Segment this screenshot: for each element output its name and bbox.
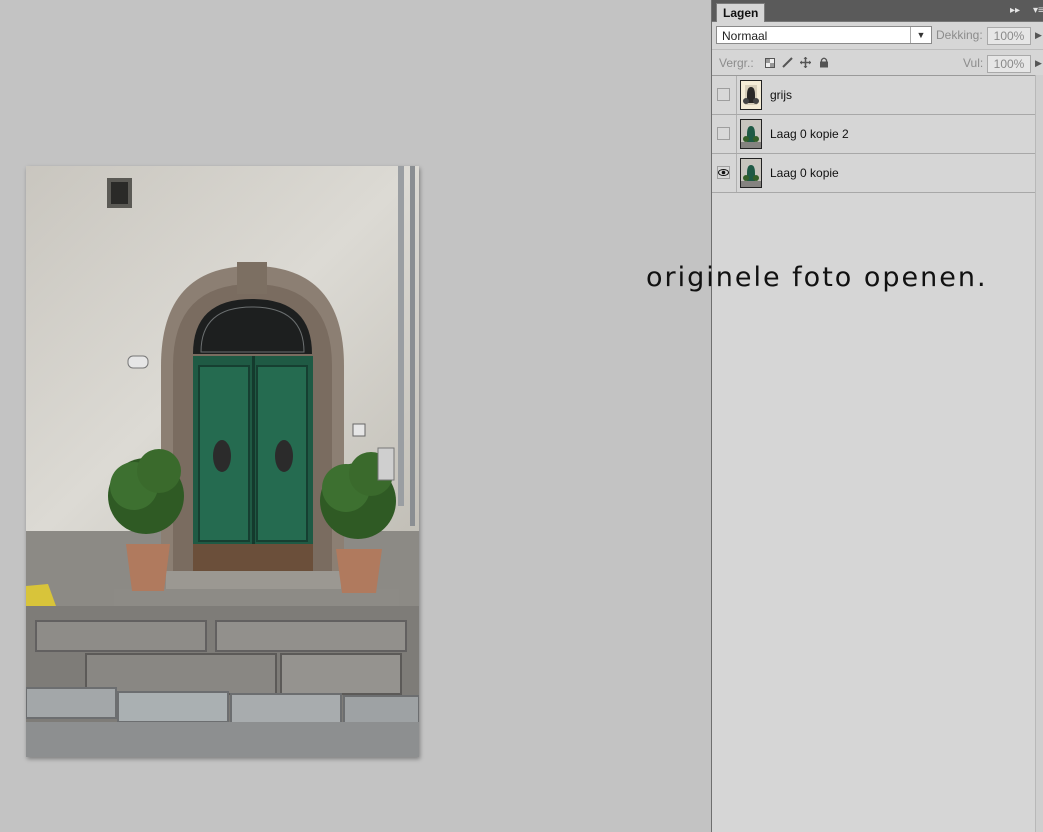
lock-move-icon[interactable] [800, 57, 811, 68]
visibility-toggle[interactable] [717, 166, 730, 179]
photo-image [26, 166, 419, 757]
divider [736, 115, 737, 153]
fill-field[interactable]: 100% [987, 55, 1031, 73]
collapse-icon[interactable]: ▸▸ [1010, 4, 1020, 17]
eye-icon [718, 169, 729, 176]
chevron-down-icon: ▼ [910, 27, 931, 43]
layer-name: Laag 0 kopie 2 [770, 127, 849, 141]
fill-slider-icon[interactable]: ▶ [1035, 58, 1042, 69]
fill-label: Vul: [963, 56, 984, 70]
visibility-toggle[interactable] [717, 127, 730, 140]
layer-row-grijs[interactable]: grijs [712, 76, 1043, 115]
layers-scrollbar[interactable] [1035, 75, 1043, 832]
opacity-label: Dekking: [936, 28, 983, 42]
lock-brush-icon[interactable] [782, 57, 793, 68]
lock-all-icon[interactable] [818, 57, 829, 68]
layers-panel: Lagen ▸▸ ▾≡ Normaal ▼ Dekking: 100% ▶ Ve… [711, 0, 1043, 832]
lock-fill-row: Vergr.: Vul: 100% ▶ [712, 50, 1043, 76]
panel-menu-icon[interactable]: ▾≡ [1033, 4, 1043, 17]
layer-thumbnail [740, 80, 762, 110]
layer-row-laag-0-kopie-2[interactable]: Laag 0 kopie 2 [712, 115, 1043, 154]
layers-list: grijs Laag 0 kopie 2 Laag 0 kopie [712, 76, 1043, 193]
opacity-slider-icon[interactable]: ▶ [1035, 30, 1042, 41]
panel-tabbar: Lagen ▸▸ ▾≡ [712, 0, 1043, 22]
opacity-field[interactable]: 100% [987, 27, 1031, 45]
layer-name: grijs [770, 88, 793, 102]
layer-thumbnail [740, 158, 762, 188]
blend-opacity-row: Normaal ▼ Dekking: 100% ▶ [712, 22, 1043, 50]
blend-mode-select[interactable]: Normaal ▼ [716, 26, 932, 44]
divider [736, 76, 737, 114]
tab-lagen[interactable]: Lagen [716, 3, 766, 22]
caption-text: originele foto openen. [646, 262, 988, 293]
layer-row-laag-0-kopie[interactable]: Laag 0 kopie [712, 154, 1043, 193]
blend-mode-value: Normaal [722, 29, 768, 43]
canvas-photo [26, 166, 419, 757]
layer-name: Laag 0 kopie [770, 166, 839, 180]
visibility-toggle[interactable] [717, 88, 730, 101]
layer-thumbnail [740, 119, 762, 149]
lock-transparent-icon[interactable] [764, 57, 775, 68]
divider [736, 154, 737, 192]
lock-label: Vergr.: [719, 56, 754, 70]
